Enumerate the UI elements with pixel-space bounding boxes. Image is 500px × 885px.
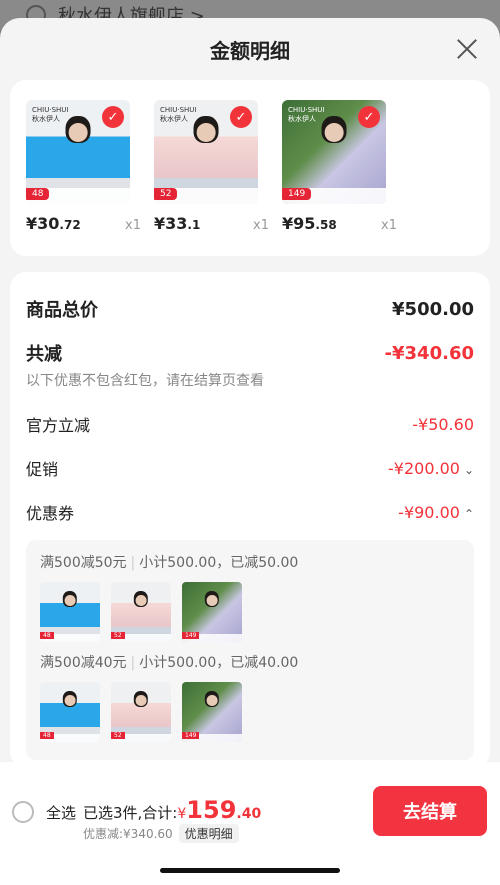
product-qty: x1 <box>253 218 269 233</box>
product-image[interactable]: CHIU·SHUI 秋水伊人 149 ✓ <box>282 100 386 204</box>
product-item[interactable]: CHIU·SHUI 秋水伊人 149 ✓ ¥95.58 x1 <box>282 100 397 256</box>
select-all-radio[interactable] <box>12 801 34 823</box>
product-item[interactable]: CHIU·SHUI 秋水伊人 48 ✓ ¥30.72 x1 <box>26 100 141 256</box>
product-price: ¥95.58 <box>282 214 337 233</box>
coupon-rule-line: 满500减40元 | 小计500.00，已减40.00 <box>40 655 299 671</box>
product-price: ¥30.72 <box>26 214 81 233</box>
product-qty: x1 <box>125 218 141 233</box>
checkout-bar: 全选 已选3件,合计:¥159.40 优惠减:¥340.60 优惠明细 去结算 <box>0 786 500 846</box>
promo-label: 促销 <box>26 460 59 479</box>
discount-label: 共减 <box>26 344 62 365</box>
coupon-product-images: 48 52 149 <box>40 582 460 642</box>
sheet-header: 金额明细 <box>0 18 500 80</box>
close-icon[interactable] <box>456 38 478 60</box>
product-item[interactable]: CHIU·SHUI 秋水伊人 52 ✓ ¥33.1 x1 <box>154 100 269 256</box>
total-decimal: .40 <box>236 806 262 822</box>
total-label: 商品总价 <box>26 300 98 321</box>
product-list: CHIU·SHUI 秋水伊人 48 ✓ ¥30.72 x1 CHIU·SHUI 秋水… <box>10 80 490 256</box>
amount-detail-sheet: 金额明细 CHIU·SHUI 秋水伊人 48 ✓ ¥30.72 x1 CHIU·S… <box>0 18 500 885</box>
promo-row[interactable]: 促销 -¥200.00 ⌄ <box>26 448 474 488</box>
total-value: ¥500.00 <box>392 298 474 320</box>
total-currency: ¥ <box>177 806 187 822</box>
price-tag: 149 <box>282 188 312 200</box>
coupon-rule-line: 满500减50元 | 小计500.00，已减50.00 <box>40 555 299 571</box>
saved-amount: 优惠减:¥340.60 <box>83 827 173 841</box>
coupon-product-image: 52 <box>111 582 171 642</box>
coupon-subtotal: 小计500.00，已减40.00 <box>139 655 299 671</box>
brand-logo: CHIU·SHUI 秋水伊人 <box>288 106 325 123</box>
coupon-value: -¥90.00 <box>398 502 460 522</box>
coupon-row[interactable]: 优惠券 -¥90.00 ⌃ <box>26 492 474 532</box>
coupon-product-image: 149 <box>182 682 242 742</box>
product-qty: x1 <box>381 218 397 233</box>
coupon-detail-box: 满500减50元 | 小计500.00，已减50.00 48 52 149 满500… <box>26 540 474 760</box>
selected-count: 已选3件,合计: <box>83 804 178 822</box>
selected-check-icon[interactable]: ✓ <box>230 106 252 128</box>
discount-note: 以下优惠不包含红包，请在结算页查看 <box>26 373 264 389</box>
discount-row: 共减 -¥340.60 <box>26 338 474 368</box>
brand-logo: CHIU·SHUI 秋水伊人 <box>160 106 197 123</box>
coupon-product-images: 48 52 149 <box>40 682 460 742</box>
coupon-rule: 满500减40元 <box>40 655 127 671</box>
chevron-down-icon[interactable]: ⌄ <box>464 463 474 477</box>
price-tag: 52 <box>154 188 178 200</box>
price-tag: 48 <box>26 188 50 200</box>
discount-detail-link[interactable]: 优惠明细 <box>178 824 239 843</box>
official-label: 官方立减 <box>26 416 91 435</box>
coupon-product-image: 48 <box>40 582 100 642</box>
sheet-title: 金额明细 <box>210 38 290 63</box>
coupon-label: 优惠券 <box>26 504 75 523</box>
coupon-subtotal: 小计500.00，已减50.00 <box>139 555 299 571</box>
brand-logo: CHIU·SHUI 秋水伊人 <box>32 106 69 123</box>
selected-check-icon[interactable]: ✓ <box>102 106 124 128</box>
product-image[interactable]: CHIU·SHUI 秋水伊人 52 ✓ <box>154 100 258 204</box>
product-price: ¥33.1 <box>154 214 201 233</box>
total-summary: 已选3件,合计:¥159.40 <box>83 796 261 824</box>
home-indicator <box>160 868 340 873</box>
coupon-product-image: 48 <box>40 682 100 742</box>
official-row: 官方立减 -¥50.60 <box>26 404 474 444</box>
discount-value: -¥340.60 <box>384 342 474 364</box>
chevron-up-icon[interactable]: ⌃ <box>464 507 474 521</box>
official-value: -¥50.60 <box>412 414 474 434</box>
coupon-rule: 满500减50元 <box>40 555 127 571</box>
promo-value: -¥200.00 <box>388 458 460 478</box>
coupon-product-image: 149 <box>182 582 242 642</box>
amount-details: 商品总价 ¥500.00 共减 -¥340.60 以下优惠不包含红包，请在结算页… <box>10 272 490 768</box>
coupon-product-image: 52 <box>111 682 171 742</box>
product-image[interactable]: CHIU·SHUI 秋水伊人 48 ✓ <box>26 100 130 204</box>
checkout-button[interactable]: 去结算 <box>373 786 487 836</box>
total-amount: 159 <box>186 796 237 824</box>
select-all-label[interactable]: 全选 <box>46 802 76 823</box>
selected-check-icon[interactable]: ✓ <box>358 106 380 128</box>
total-row: 商品总价 ¥500.00 <box>26 294 474 324</box>
saved-line: 优惠减:¥340.60 优惠明细 <box>83 824 239 843</box>
